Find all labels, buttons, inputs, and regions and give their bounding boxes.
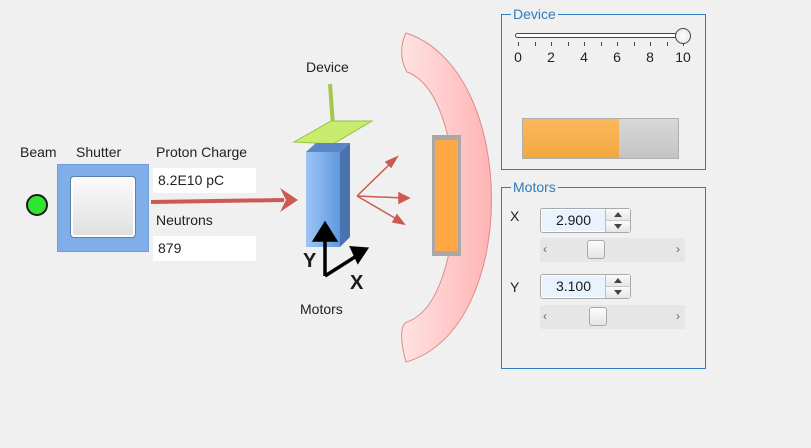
device-slider-knob[interactable] [675, 28, 691, 44]
device-panel-title: Device [511, 6, 558, 22]
slider-tick-label: 4 [580, 49, 588, 65]
chevron-right-icon[interactable]: › [676, 309, 680, 323]
chevron-left-icon[interactable]: ‹ [543, 242, 547, 256]
motor-y-value[interactable]: 3.100 [542, 276, 605, 297]
device-diagram-label: Device [306, 59, 349, 75]
chevron-right-icon[interactable]: › [676, 242, 680, 256]
slider-tick [518, 42, 519, 46]
device-progress-bar [522, 118, 679, 159]
chevron-up-icon [614, 212, 622, 217]
beam-arrow [150, 188, 298, 212]
chevron-down-icon [614, 290, 622, 295]
slider-tick-label: 6 [613, 49, 621, 65]
motor-x-label: X [510, 208, 520, 224]
slider-tick [534, 42, 536, 46]
slider-tick [600, 42, 602, 46]
device-slider-track[interactable] [515, 33, 683, 38]
motors-diagram-label: Motors [300, 301, 343, 317]
chevron-left-icon[interactable]: ‹ [543, 309, 547, 323]
slider-tick [666, 42, 668, 46]
slider-tick [567, 42, 569, 46]
motor-y-label: Y [510, 279, 520, 295]
chevron-up-icon [614, 278, 622, 283]
motor-y-increment-button[interactable] [606, 275, 630, 287]
slider-tick-label: 0 [514, 49, 522, 65]
motor-x-scroll-thumb[interactable] [586, 240, 605, 259]
slider-tick-label: 8 [646, 49, 654, 65]
motor-y-decrement-button[interactable] [606, 287, 630, 298]
motors-panel-title: Motors [511, 179, 558, 195]
chevron-down-icon [614, 224, 622, 229]
motor-x-increment-button[interactable] [606, 209, 630, 221]
motor-y-scrollbar[interactable]: ‹ › [540, 305, 685, 329]
device-progress-fill [523, 119, 620, 158]
slider-tick [617, 42, 618, 46]
motor-x-decrement-button[interactable] [606, 221, 630, 232]
slider-tick [551, 42, 552, 46]
detector-panel [435, 140, 458, 251]
device-stem [328, 83, 335, 127]
motor-y-scroll-thumb[interactable] [589, 307, 608, 326]
axis-y-label: Y [303, 250, 317, 272]
slider-tick [650, 42, 651, 46]
slider-tick [633, 42, 635, 46]
axis-x-label: X [350, 272, 364, 294]
slider-tick [584, 42, 585, 46]
motor-y-spinner[interactable]: 3.100 [540, 274, 631, 299]
motor-x-spinner[interactable]: 2.900 [540, 208, 631, 233]
slider-tick-label: 10 [675, 49, 691, 65]
slider-tick-label: 2 [547, 49, 555, 65]
motor-x-value[interactable]: 2.900 [542, 210, 605, 231]
device-plate [292, 120, 374, 145]
scatter-rays [356, 155, 411, 226]
motor-x-scrollbar[interactable]: ‹ › [540, 238, 685, 262]
